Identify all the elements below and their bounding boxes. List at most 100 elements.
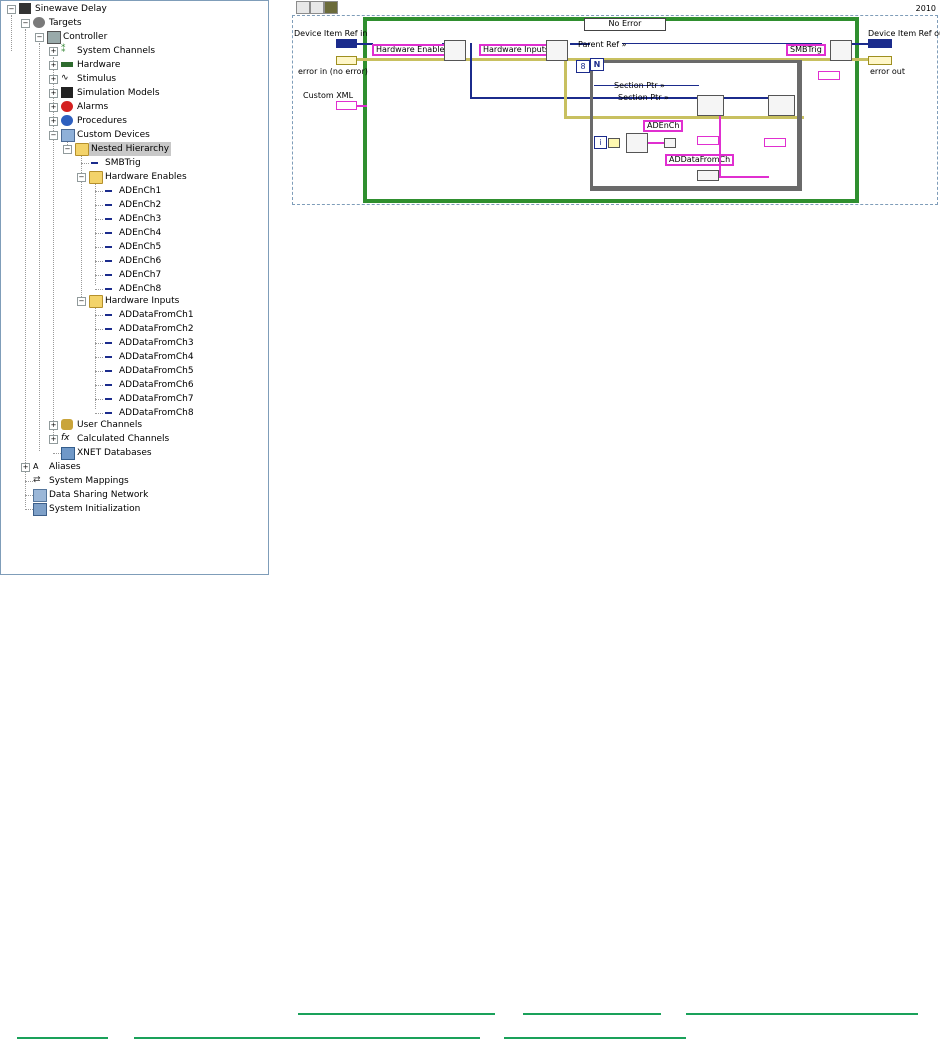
tree-item-addatafromch6[interactable]: ADDataFromCh6 [89, 378, 259, 392]
expand-icon[interactable]: + [21, 463, 30, 472]
concat-node[interactable] [664, 138, 676, 148]
link-underline[interactable] [686, 1013, 918, 1015]
tree-item-smbtrig[interactable]: SMBTrig [75, 156, 255, 170]
tree-item-adench2[interactable]: ADEnCh2 [89, 198, 249, 212]
tree-guide [95, 219, 103, 220]
expand-icon[interactable]: + [49, 435, 58, 444]
arrow-tool-icon[interactable] [310, 1, 324, 14]
expand-icon[interactable]: + [49, 47, 58, 56]
tree-item-system-initialization[interactable]: System Initialization [19, 502, 259, 516]
expand-icon[interactable]: + [49, 117, 58, 126]
tree-item-addatafromch1[interactable]: ADDataFromCh1 [89, 308, 259, 322]
expand-icon[interactable]: + [49, 61, 58, 70]
tree-item-label: XNET Databases [77, 448, 152, 458]
tree-item-user-channels[interactable]: + User Channels [47, 418, 257, 432]
tree-guide [95, 413, 103, 414]
concat-node[interactable] [697, 170, 719, 181]
tree-item-label: Hardware Enables [105, 172, 187, 182]
case-selector[interactable]: No Error [584, 18, 666, 31]
tree-item-label: ADEnCh1 [119, 186, 162, 196]
tree-guide [25, 29, 26, 465]
constant-text: i [599, 138, 602, 147]
folder-icon [89, 295, 103, 308]
tree-item-sinewave-delay[interactable]: − Sinewave Delay [5, 2, 265, 16]
tree-item-addatafromch5[interactable]: ADDataFromCh5 [89, 364, 259, 378]
tree-item-alarms[interactable]: + Alarms [47, 100, 257, 114]
simulation-models-icon [61, 87, 73, 98]
tree-item-hardware[interactable]: + Hardware [47, 58, 257, 72]
run-icon[interactable] [324, 1, 338, 14]
error-wire [564, 60, 567, 118]
expand-icon[interactable]: + [49, 89, 58, 98]
link-underline[interactable] [298, 1013, 495, 1015]
tree-item-label: System Channels [77, 46, 156, 56]
collapse-icon[interactable]: − [7, 5, 16, 14]
string-wire [719, 176, 769, 178]
tree-item-custom-devices[interactable]: − Custom Devices [47, 128, 257, 142]
tree-item-hardware-enables[interactable]: − Hardware Enables [75, 170, 255, 184]
expand-icon[interactable]: + [49, 75, 58, 84]
tree-guide [95, 329, 103, 330]
device-ref-out-terminal[interactable] [868, 39, 892, 48]
error-out-terminal[interactable] [868, 56, 892, 65]
tree-item-simulation-models[interactable]: + Simulation Models [47, 86, 257, 100]
tree-item-system-mappings[interactable]: ⇄ System Mappings [19, 474, 259, 488]
tree-item-targets[interactable]: − Targets [19, 16, 259, 30]
project-tree[interactable]: − Sinewave Delay − Targets − Controller … [0, 0, 269, 575]
tree-item-calculated-channels[interactable]: + fx Calculated Channels [47, 432, 257, 446]
device-ref-out-label: Device Item Ref out [868, 29, 940, 38]
controller-icon [47, 31, 61, 44]
channel-icon [105, 246, 112, 248]
hardware-enables-constant[interactable]: Hardware Enables [372, 44, 453, 56]
tree-item-adench5[interactable]: ADEnCh5 [89, 240, 249, 254]
device-ref-in-terminal[interactable] [336, 39, 357, 48]
format-string-node[interactable] [626, 133, 648, 153]
tree-item-addatafromch4[interactable]: ADDataFromCh4 [89, 350, 259, 364]
tree-item-aliases[interactable]: + A Aliases [19, 460, 259, 474]
error-in-terminal[interactable] [336, 56, 357, 65]
hand-tool-icon[interactable] [296, 1, 310, 14]
add-item-node[interactable] [830, 40, 852, 61]
link-underline[interactable] [504, 1037, 686, 1039]
tree-item-nested-hierarchy[interactable]: − Nested Hierarchy [61, 142, 261, 156]
collapse-icon[interactable]: − [63, 145, 72, 154]
tree-item-controller[interactable]: − Controller [33, 30, 263, 44]
collapse-icon[interactable]: − [21, 19, 30, 28]
hardware-inputs-constant[interactable]: Hardware Inputs [479, 44, 554, 56]
tree-item-addatafromch7[interactable]: ADDataFromCh7 [89, 392, 259, 406]
tree-item-adench3[interactable]: ADEnCh3 [89, 212, 249, 226]
collapse-icon[interactable]: − [77, 297, 86, 306]
collapse-icon[interactable]: − [49, 131, 58, 140]
custom-xml-terminal[interactable] [336, 101, 357, 110]
tree-item-addatafromch2[interactable]: ADDataFromCh2 [89, 322, 259, 336]
link-underline[interactable] [523, 1013, 661, 1015]
tree-item-system-channels[interactable]: + ⁑ System Channels [47, 44, 257, 58]
expand-icon[interactable]: + [49, 103, 58, 112]
targets-icon [33, 17, 45, 28]
add-item-node[interactable] [444, 40, 466, 61]
loop-count-constant[interactable]: 8 [576, 60, 590, 73]
link-underline[interactable] [134, 1037, 480, 1039]
tree-item-stimulus[interactable]: + ∿ Stimulus [47, 72, 257, 86]
tree-item-adench6[interactable]: ADEnCh6 [89, 254, 249, 268]
tree-item-data-sharing-network[interactable]: Data Sharing Network [19, 488, 259, 502]
user-channels-icon [61, 419, 73, 430]
tree-item-addatafromch3[interactable]: ADDataFromCh3 [89, 336, 259, 350]
collapse-icon[interactable]: − [35, 33, 44, 42]
expand-icon[interactable]: + [49, 421, 58, 430]
tree-item-adench4[interactable]: ADEnCh4 [89, 226, 249, 240]
tree-item-hardware-inputs[interactable]: − Hardware Inputs [75, 294, 255, 308]
tree-item-xnet-databases[interactable]: XNET Databases [47, 446, 257, 460]
increment-node[interactable] [608, 138, 620, 148]
link-underline[interactable] [17, 1037, 108, 1039]
collapse-icon[interactable]: − [77, 173, 86, 182]
tree-item-adench7[interactable]: ADEnCh7 [89, 268, 249, 282]
folder-icon [75, 143, 89, 156]
tree-item-procedures[interactable]: + Procedures [47, 114, 257, 128]
add-item-node[interactable] [546, 40, 568, 61]
tree-guide [25, 495, 33, 496]
database-icon [61, 447, 75, 460]
channel-icon [105, 384, 112, 386]
tree-item-adench1[interactable]: ADEnCh1 [89, 184, 249, 198]
smbtrig-constant[interactable]: SMBTrig [786, 44, 826, 56]
